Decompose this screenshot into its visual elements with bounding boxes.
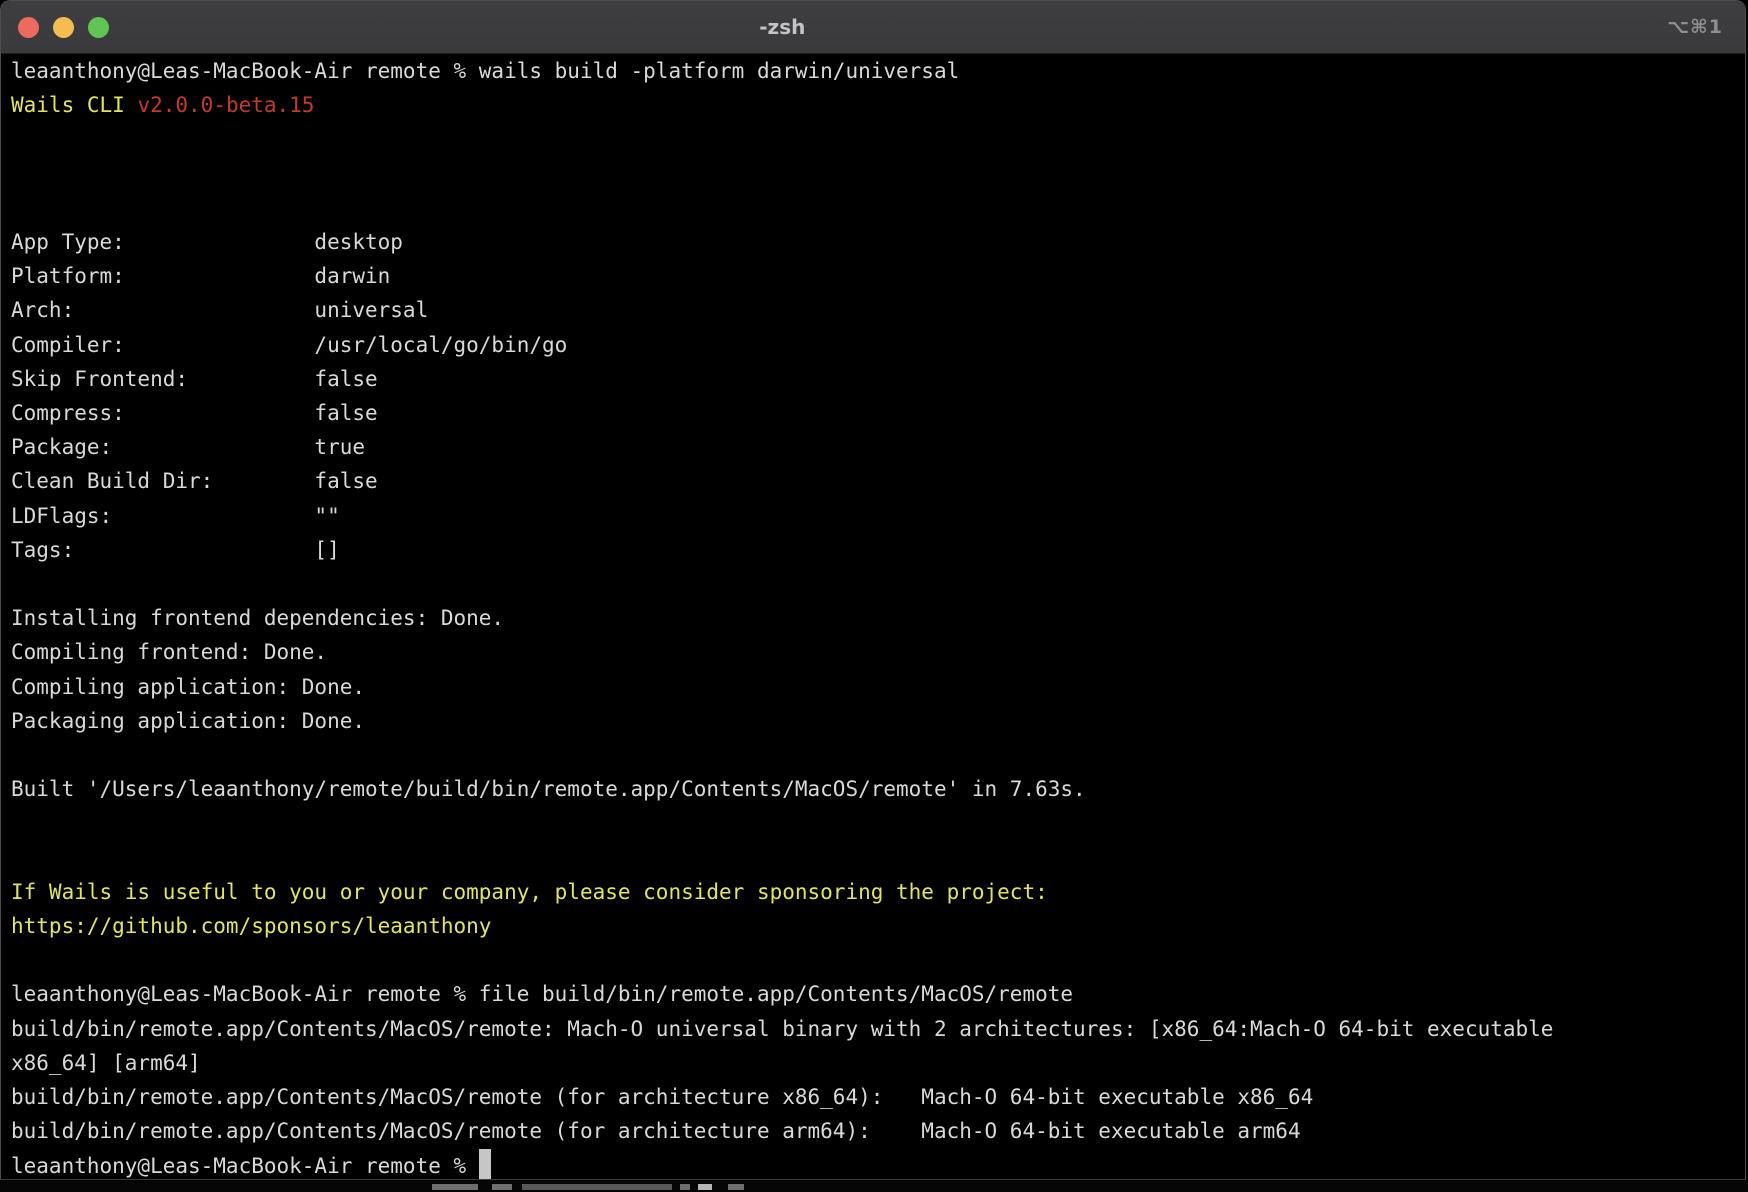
background-text-fragment [698,1184,712,1190]
terminal-text-segment: v2.0.0-beta.15 [137,93,314,117]
terminal-line: Clean Build Dir: false [11,464,1735,498]
terminal-text-segment: Arch: universal [11,298,428,322]
terminal-line [11,943,1735,977]
terminal-line: https://github.com/sponsors/leaanthony [11,909,1735,943]
terminal-line [11,806,1735,840]
terminal-line [11,122,1735,156]
close-button[interactable] [18,17,39,38]
terminal-text-segment: leaanthony@Leas-MacBook-Air remote % wai… [11,59,959,83]
terminal-line: leaanthony@Leas-MacBook-Air remote % fil… [11,977,1735,1011]
terminal-line: Compiling frontend: Done. [11,635,1735,669]
terminal-line: Skip Frontend: false [11,362,1735,396]
background-text-fragment [492,1184,512,1190]
terminal-text-segment: build/bin/remote.app/Contents/MacOS/remo… [11,1017,1553,1041]
terminal-text-segment: If Wails is useful to you or your compan… [11,880,1048,904]
terminal-text-segment: Compress: false [11,401,378,425]
terminal-text-segment: https://github.com/sponsors/leaanthony [11,914,491,938]
terminal-line: leaanthony@Leas-MacBook-Air remote % [11,1149,1735,1181]
terminal-window: -zsh ⌥⌘1 leaanthony@Leas-MacBook-Air rem… [0,0,1746,1180]
terminal-line: Built '/Users/leaanthony/remote/build/bi… [11,772,1735,806]
terminal-line: build/bin/remote.app/Contents/MacOS/remo… [11,1080,1735,1114]
terminal-line: Packaging application: Done. [11,704,1735,738]
terminal-line: Tags: [] [11,533,1735,567]
terminal-line: If Wails is useful to you or your compan… [11,875,1735,909]
terminal-text-segment: Compiling application: Done. [11,675,365,699]
terminal-line: Package: true [11,430,1735,464]
terminal-line: App Type: desktop [11,225,1735,259]
terminal-line: build/bin/remote.app/Contents/MacOS/remo… [11,1114,1735,1148]
terminal-text-segment: Tags: [] [11,538,340,562]
terminal-text-segment: Platform: darwin [11,264,390,288]
titlebar[interactable]: -zsh ⌥⌘1 [1,1,1745,54]
terminal-line [11,157,1735,191]
terminal-line: Compiler: /usr/local/go/bin/go [11,328,1735,362]
traffic-lights [18,17,109,38]
terminal-line: x86_64] [arm64] [11,1046,1735,1080]
terminal-line [11,191,1735,225]
background-text-fragment [728,1184,744,1190]
terminal-cursor [479,1149,492,1180]
terminal-line: Arch: universal [11,293,1735,327]
terminal-line [11,567,1735,601]
terminal-line: build/bin/remote.app/Contents/MacOS/remo… [11,1012,1735,1046]
terminal-text-segment: Clean Build Dir: false [11,469,378,493]
terminal-text-segment: x86_64] [arm64] [11,1051,201,1075]
terminal-text-segment: LDFlags: "" [11,504,340,528]
zoom-button[interactable] [88,17,109,38]
terminal-line: Platform: darwin [11,259,1735,293]
terminal-text-segment: Compiler: /usr/local/go/bin/go [11,333,567,357]
terminal-text-segment: App Type: desktop [11,230,403,254]
terminal-text-segment: Compiling frontend: Done. [11,640,327,664]
terminal-text-segment: Wails CLI [11,93,137,117]
window-title: -zsh [759,1,805,53]
terminal-text-segment: leaanthony@Leas-MacBook-Air remote % [11,1154,479,1178]
background-text-fragment [432,1184,478,1190]
terminal-line: leaanthony@Leas-MacBook-Air remote % wai… [11,54,1735,88]
terminal-line: Compress: false [11,396,1735,430]
terminal-text-segment: Installing frontend dependencies: Done. [11,606,504,630]
terminal-text-segment: leaanthony@Leas-MacBook-Air remote % fil… [11,982,1073,1006]
terminal-text-segment: build/bin/remote.app/Contents/MacOS/remo… [11,1119,1301,1143]
terminal-line: LDFlags: "" [11,499,1735,533]
terminal-text-segment: Built '/Users/leaanthony/remote/build/bi… [11,777,1086,801]
terminal-line: Installing frontend dependencies: Done. [11,601,1735,635]
background-text-fragment [680,1184,690,1190]
terminal-text-segment: Skip Frontend: false [11,367,378,391]
background-text-fragment [522,1184,672,1190]
terminal-line [11,841,1735,875]
terminal-text-segment: Package: true [11,435,365,459]
window-shortcut-badge: ⌥⌘1 [1667,1,1723,53]
terminal-text-segment: Packaging application: Done. [11,709,365,733]
terminal-body[interactable]: leaanthony@Leas-MacBook-Air remote % wai… [1,54,1745,1180]
terminal-line: Compiling application: Done. [11,670,1735,704]
terminal-text-segment: build/bin/remote.app/Contents/MacOS/remo… [11,1085,1313,1109]
minimize-button[interactable] [53,17,74,38]
terminal-line: Wails CLI v2.0.0-beta.15 [11,88,1735,122]
background-window-sliver [0,1181,1748,1192]
terminal-line [11,738,1735,772]
